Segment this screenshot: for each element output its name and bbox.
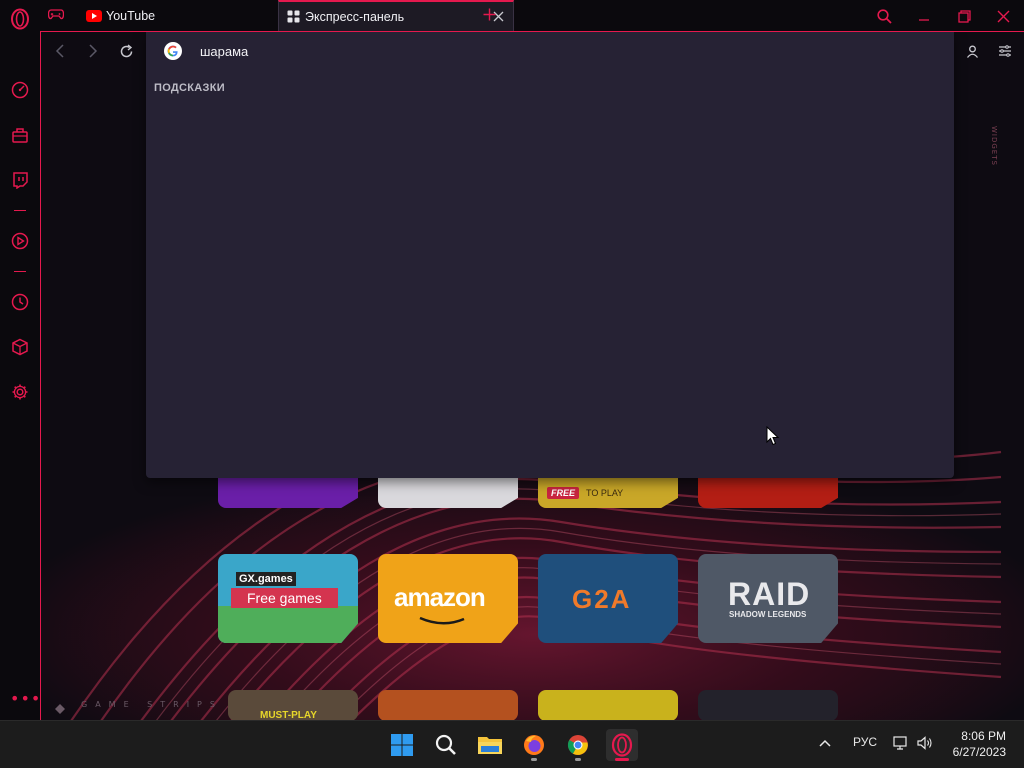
grid-icon [285, 9, 301, 25]
extensions-icon[interactable] [10, 337, 30, 357]
google-icon [164, 42, 182, 60]
speed-dial-tile-amazon[interactable]: amazon [378, 554, 518, 643]
tab-game[interactable] [40, 0, 72, 31]
tray-overflow-icon[interactable] [819, 736, 831, 750]
search-tabs-icon[interactable] [873, 5, 895, 27]
search-icon[interactable] [430, 729, 462, 761]
speed-dial-tile[interactable]: MUST-PLAY [228, 690, 358, 720]
tab-title: YouTube [106, 8, 156, 23]
widgets-label[interactable]: WIDGETS [984, 126, 998, 166]
opera-gx-icon[interactable] [606, 729, 638, 761]
speed-dial-tile[interactable] [378, 690, 518, 720]
tile-label: MUST-PLAY [260, 710, 317, 720]
start-icon[interactable] [386, 729, 418, 761]
tile-label: FREE [547, 487, 580, 499]
sidebar-separator [14, 271, 26, 272]
running-indicator [531, 758, 537, 761]
speed-dial-tile-g2a[interactable]: G2A [538, 554, 678, 643]
running-indicator [575, 758, 581, 761]
system-clock[interactable]: 8:06 PM 6/27/2023 [953, 728, 1006, 760]
chrome-icon[interactable] [562, 729, 594, 761]
mouse-cursor-icon [766, 426, 780, 446]
reload-icon[interactable] [117, 42, 135, 60]
suggestions-heading: ПОДСКАЗКИ [154, 82, 225, 94]
new-tab-icon[interactable] [480, 5, 498, 23]
address-suggestions-dropdown: ПОДСКАЗКИ [146, 32, 954, 478]
address-bar [146, 32, 954, 70]
tab-title: Экспресс-панель [305, 9, 405, 24]
clock-time: 8:06 PM [961, 729, 1006, 743]
speed-dial-tile[interactable] [698, 690, 838, 720]
volume-icon[interactable] [917, 736, 933, 753]
file-explorer-icon[interactable] [474, 729, 506, 761]
address-search-input[interactable] [190, 38, 890, 64]
speed-dial-icon[interactable] [10, 80, 30, 100]
game-strips-label[interactable]: GAME STRIPS [81, 700, 223, 709]
speed-dial-tile-gxgames[interactable]: GX.games Free games [218, 554, 358, 643]
clock-date: 6/27/2023 [952, 745, 1006, 759]
tab-express-panel[interactable]: Экспресс-панель [278, 0, 514, 31]
speed-dial-tile[interactable] [538, 690, 678, 720]
easy-setup-icon[interactable] [996, 42, 1014, 60]
history-icon[interactable] [10, 292, 30, 312]
opera-gx-window: ••• YouTube Экспресс-панель WIDGETS FREE… [0, 0, 1024, 768]
tile-label: RAID [728, 576, 811, 612]
tile-art [218, 606, 358, 643]
tile-label: GX.games [236, 572, 296, 586]
tile-sublabel: Free games [231, 588, 338, 608]
sidebar-more-icon[interactable]: ••• [10, 691, 41, 707]
language-indicator[interactable]: РУС [853, 735, 877, 749]
page-viewport: WIDGETS FREE TO PLAY GX.games Free games… [40, 31, 1024, 720]
opera-gx-logo-icon[interactable] [9, 6, 31, 32]
tile-label: amazon [394, 582, 486, 612]
back-icon[interactable] [51, 42, 69, 60]
tile-sublabel: SHADOW LEGENDS [729, 610, 807, 619]
gamepad-icon [47, 8, 65, 23]
player-icon[interactable] [10, 231, 30, 251]
game-strips-icon [55, 699, 65, 714]
settings-icon[interactable] [10, 382, 30, 402]
amazon-smile-icon [419, 616, 465, 625]
minimize-icon[interactable] [913, 5, 935, 27]
tab-strip: YouTube Экспресс-панель [40, 0, 1024, 31]
windows-taskbar: РУС 8:06 PM 6/27/2023 [0, 720, 1024, 768]
firefox-icon[interactable] [518, 729, 550, 761]
account-icon[interactable] [963, 42, 981, 60]
youtube-icon [86, 8, 102, 24]
tile-label: G2A [572, 584, 632, 614]
speed-dial-tile-raid[interactable]: RAID SHADOW LEGENDS [698, 554, 838, 643]
tile-sublabel: TO PLAY [586, 488, 624, 498]
gx-control-icon[interactable] [10, 125, 30, 145]
close-window-icon[interactable] [992, 5, 1014, 27]
sidebar-separator [14, 210, 26, 211]
running-indicator [615, 758, 629, 761]
forward-icon[interactable] [84, 42, 102, 60]
restore-icon[interactable] [953, 5, 975, 27]
network-icon[interactable] [893, 736, 909, 753]
sidebar: ••• [0, 0, 40, 720]
twitch-icon[interactable] [10, 170, 30, 190]
